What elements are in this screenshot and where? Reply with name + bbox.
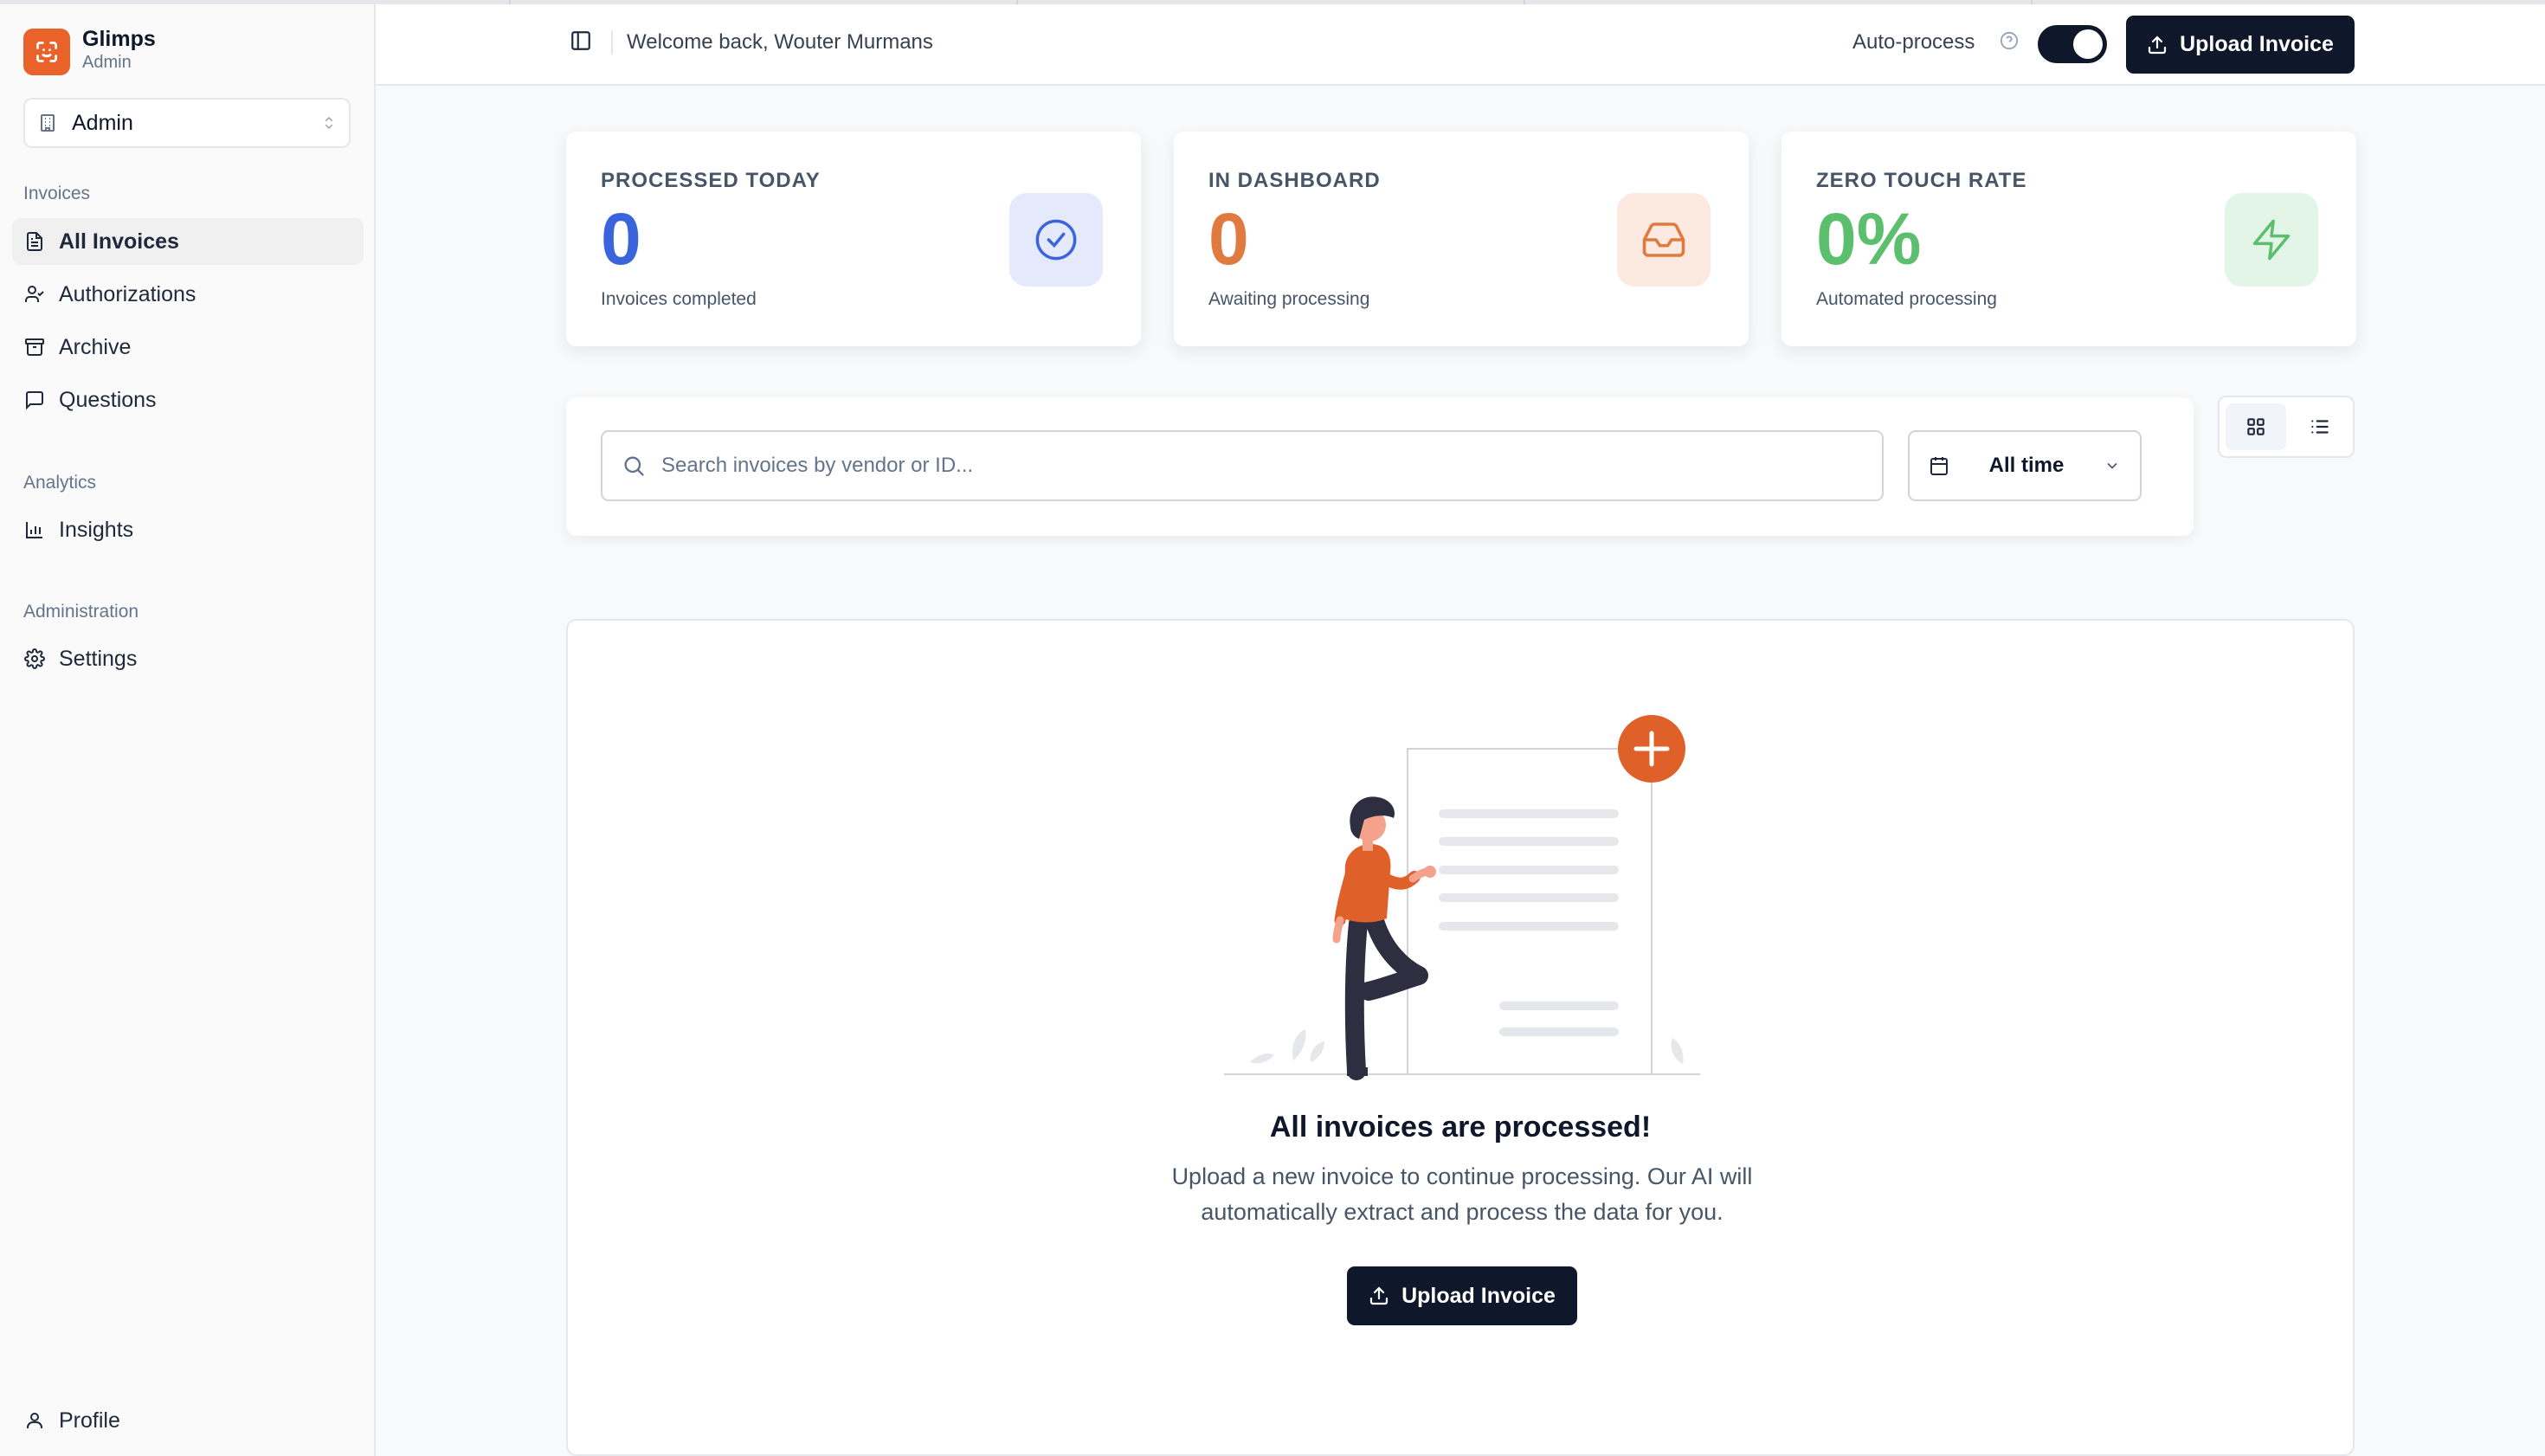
gear-icon — [24, 648, 45, 669]
building-icon — [41, 114, 55, 132]
empty-state-panel: All invoices are processed! Upload a new… — [566, 619, 2355, 1456]
search-icon — [624, 456, 644, 476]
upload-icon — [1369, 1286, 1388, 1305]
sidebar-item-questions[interactable]: Questions — [12, 377, 364, 423]
inbox-icon — [1642, 222, 1685, 257]
stat-value: 0 — [1208, 198, 1249, 280]
top-header: Welcome back, Wouter Murmans Auto-proces… — [376, 4, 2545, 86]
section-analytics: Analytics — [23, 473, 97, 493]
file-text-icon — [27, 232, 42, 251]
sidebar-item-all-invoices[interactable]: All Invoices — [12, 218, 364, 265]
sidebar-item-label: Profile — [59, 1408, 120, 1433]
sidebar-item-label: Archive — [59, 334, 132, 359]
empty-state-upload-button[interactable]: Upload Invoice — [1347, 1266, 1577, 1325]
view-toggle — [2218, 396, 2355, 458]
grid-icon — [2247, 418, 2265, 435]
list-icon — [2311, 420, 2329, 434]
sidebar-toggle-icon[interactable] — [570, 29, 592, 52]
sidebar-item-label: Insights — [59, 517, 134, 542]
app-logo[interactable] — [23, 29, 70, 75]
chevrons-up-down-icon — [325, 116, 333, 130]
sidebar-item-label: Questions — [59, 387, 157, 412]
stat-title: ZERO TOUCH RATE — [1816, 169, 2027, 192]
stat-title: IN DASHBOARD — [1208, 169, 1381, 192]
empty-state-description: Upload a new invoice to continue process… — [1171, 1163, 1753, 1225]
stat-subtitle: Awaiting processing — [1208, 289, 1370, 309]
sidebar-item-label: Settings — [59, 646, 138, 671]
user-check-icon — [25, 286, 44, 302]
stat-title: PROCESSED TODAY — [601, 169, 821, 192]
scan-icon — [36, 42, 57, 62]
workspace-selector[interactable]: Admin — [23, 98, 351, 148]
empty-state-upload-label: Upload Invoice — [1401, 1283, 1556, 1308]
section-invoices: Invoices — [23, 184, 91, 203]
date-range-label: All time — [1988, 454, 2065, 477]
upload-invoice-label: Upload Invoice — [2180, 32, 2334, 56]
stat-icon-box — [2225, 193, 2318, 287]
stat-icon-box — [1617, 193, 1711, 287]
header-divider — [611, 30, 613, 55]
help-circle-icon[interactable] — [2000, 31, 2019, 50]
grid-view-button[interactable] — [2226, 403, 2286, 450]
auto-process-label: Auto-process — [1852, 30, 1975, 54]
empty-state-title: All invoices are processed! — [1269, 1111, 1652, 1144]
upload-invoice-button[interactable]: Upload Invoice — [2126, 16, 2355, 74]
user-icon — [27, 1413, 42, 1428]
archive-icon — [25, 338, 44, 356]
toggle-knob — [2073, 29, 2103, 59]
sidebar-item-label: Authorizations — [59, 281, 197, 306]
stat-card-zero-touch-rate: ZERO TOUCH RATE 0% Automated processing — [1782, 132, 2356, 346]
section-administration: Administration — [23, 602, 139, 622]
sidebar-item-archive[interactable]: Archive — [12, 324, 364, 370]
workspace-label: Admin — [72, 110, 133, 135]
bar-chart-icon — [26, 522, 42, 538]
empty-state-illustration — [1224, 715, 1700, 1080]
stat-subtitle: Automated processing — [1816, 289, 1997, 309]
search-placeholder: Search invoices by vendor or ID... — [661, 454, 974, 477]
sidebar: Glimps Admin Admin Invoices All Invoices… — [0, 4, 376, 1456]
date-range-select[interactable]: All time — [1908, 430, 2142, 501]
stat-icon-box — [1009, 193, 1103, 287]
stat-card-processed-today: PROCESSED TODAY 0 Invoices completed — [566, 132, 1141, 346]
auto-process-toggle[interactable] — [2038, 25, 2107, 63]
filter-panel: Search invoices by vendor or ID... All t… — [566, 397, 2194, 536]
brand-role: Admin — [82, 53, 132, 72]
zap-icon — [2252, 219, 2290, 261]
brand-name: Glimps — [82, 27, 156, 51]
sidebar-item-label: All Invoices — [59, 229, 179, 254]
stat-value: 0% — [1816, 198, 1922, 280]
stat-card-in-dashboard: IN DASHBOARD 0 Awaiting processing — [1174, 132, 1749, 346]
sidebar-item-profile[interactable]: Profile — [12, 1397, 364, 1444]
sidebar-item-insights[interactable]: Insights — [12, 506, 364, 553]
stat-subtitle: Invoices completed — [601, 289, 757, 309]
sidebar-item-settings[interactable]: Settings — [12, 635, 364, 682]
list-view-button[interactable] — [2290, 403, 2350, 450]
calendar-icon — [1930, 457, 1948, 475]
check-circle-icon — [1035, 219, 1077, 261]
stat-value: 0 — [601, 198, 641, 280]
search-input[interactable]: Search invoices by vendor or ID... — [601, 430, 1884, 501]
message-square-icon — [26, 391, 43, 410]
upload-icon — [2148, 35, 2167, 54]
sidebar-item-authorizations[interactable]: Authorizations — [12, 271, 364, 318]
welcome-message: Welcome back, Wouter Murmans — [627, 30, 933, 54]
chevron-down-icon — [2107, 462, 2117, 469]
